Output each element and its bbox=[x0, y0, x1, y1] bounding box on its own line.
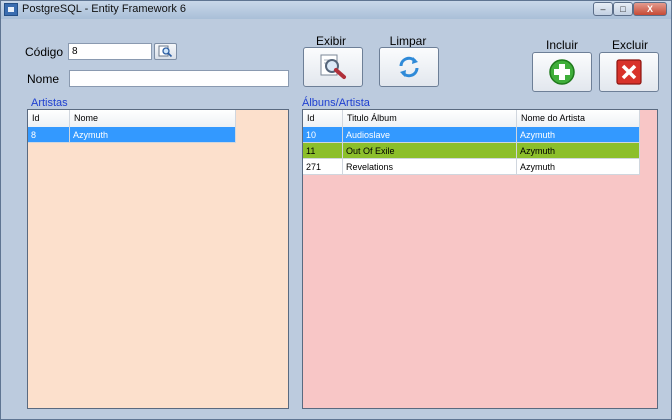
cell-titulo: Out Of Exile bbox=[343, 143, 517, 159]
search-button[interactable] bbox=[154, 43, 177, 60]
delete-icon bbox=[616, 59, 642, 85]
cell-titulo: Audioslave bbox=[343, 127, 517, 143]
column-header-nome[interactable]: Nome bbox=[70, 110, 236, 127]
limpar-button[interactable] bbox=[379, 47, 439, 87]
close-button[interactable]: X bbox=[633, 2, 667, 16]
table-row[interactable]: 8 Azymuth bbox=[28, 127, 236, 143]
artistas-section-label: Artistas bbox=[31, 97, 68, 109]
artistas-grid[interactable]: Id Nome 8 Azymuth bbox=[27, 109, 289, 409]
cell-id: 11 bbox=[303, 143, 343, 159]
cell-id: 8 bbox=[28, 127, 70, 143]
column-header-id[interactable]: Id bbox=[28, 110, 70, 127]
albuns-grid[interactable]: Id Titulo Álbum Nome do Artista 10 Audio… bbox=[302, 109, 658, 409]
column-header-id[interactable]: Id bbox=[303, 110, 343, 127]
search-icon bbox=[158, 45, 173, 58]
incluir-button[interactable] bbox=[532, 52, 592, 92]
cell-id: 10 bbox=[303, 127, 343, 143]
cell-artista: Azymuth bbox=[517, 127, 640, 143]
app-icon bbox=[4, 3, 18, 16]
refresh-icon bbox=[399, 56, 419, 78]
table-row[interactable]: 271 Revelations Azymuth bbox=[303, 159, 640, 175]
table-row[interactable]: 11 Out Of Exile Azymuth bbox=[303, 143, 640, 159]
cell-id: 271 bbox=[303, 159, 343, 175]
cell-artista: Azymuth bbox=[517, 159, 640, 175]
table-row[interactable]: 10 Audioslave Azymuth bbox=[303, 127, 640, 143]
exibir-button[interactable] bbox=[303, 47, 363, 87]
limpar-label: Limpar bbox=[389, 34, 427, 48]
codigo-label: Código bbox=[25, 45, 64, 59]
albuns-grid-header: Id Titulo Álbum Nome do Artista bbox=[303, 110, 640, 128]
excluir-button[interactable] bbox=[599, 52, 659, 92]
excluir-label: Excluir bbox=[611, 38, 648, 52]
incluir-label: Incluir bbox=[545, 38, 578, 52]
cell-artista: Azymuth bbox=[517, 143, 640, 159]
add-icon bbox=[549, 59, 575, 85]
minimize-button[interactable]: – bbox=[593, 2, 613, 16]
nome-label: Nome bbox=[27, 72, 60, 86]
nome-input[interactable] bbox=[69, 70, 289, 87]
window-title: PostgreSQL - Entity Framework 6 bbox=[22, 3, 187, 15]
maximize-button[interactable]: □ bbox=[613, 2, 633, 16]
cell-titulo: Revelations bbox=[343, 159, 517, 175]
magnifier-document-icon bbox=[320, 54, 346, 79]
column-header-nome-artista[interactable]: Nome do Artista bbox=[517, 110, 640, 127]
artistas-grid-header: Id Nome bbox=[28, 110, 236, 128]
exibir-label: Exibir bbox=[315, 34, 346, 48]
main-window: PostgreSQL - Entity Framework 6 – □ X Có… bbox=[0, 0, 672, 420]
title-bar[interactable]: PostgreSQL - Entity Framework 6 – □ X bbox=[1, 1, 671, 19]
cell-nome: Azymuth bbox=[70, 127, 236, 143]
albuns-section-label: Álbuns/Artista bbox=[302, 97, 370, 109]
column-header-titulo-album[interactable]: Titulo Álbum bbox=[343, 110, 517, 127]
codigo-input[interactable]: 8 bbox=[68, 43, 152, 60]
